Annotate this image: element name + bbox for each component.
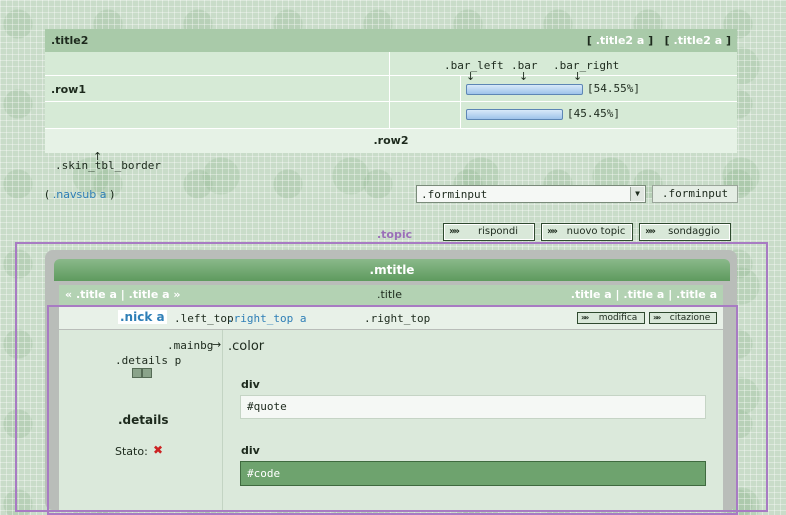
bar-right-label: .bar_right xyxy=(553,59,620,72)
double-chevron-icon: »» xyxy=(645,226,656,237)
breadcrumb-title: .title xyxy=(377,288,403,301)
title2-link-2[interactable]: .title2 a xyxy=(674,34,723,47)
row1-mid-cell xyxy=(390,76,461,102)
post-user-column: .mainbg → .details p .details Stato: ✖ xyxy=(59,330,223,510)
arrow-down-icon: ↓ xyxy=(466,70,476,83)
progress-bar xyxy=(466,109,563,120)
breadcrumb-left: « .title a | .title a » xyxy=(65,288,181,301)
percent-label: [45.45%] xyxy=(567,107,620,120)
icon-square xyxy=(142,368,152,378)
code-block: #code xyxy=(240,461,706,486)
status-label: Stato: xyxy=(115,445,148,458)
poll-label: sondaggio xyxy=(668,226,720,237)
row2: .row2 xyxy=(45,129,737,153)
row1-label-cell: .row1 xyxy=(45,76,390,102)
breadcrumb-right: .title a | .title a | .title a xyxy=(570,288,717,301)
reply-button[interactable]: »» rispondi xyxy=(443,223,535,241)
poll-button[interactable]: »» sondaggio xyxy=(639,223,731,241)
progress-bar xyxy=(466,84,583,95)
details-p-label: .details p xyxy=(115,354,182,367)
new-topic-button[interactable]: »» nuovo topic xyxy=(541,223,633,241)
reply-label: rispondi xyxy=(477,226,519,237)
details-label: .details xyxy=(118,413,169,427)
title2-link-1[interactable]: .title2 a xyxy=(596,34,645,47)
percent-label: [54.55%] xyxy=(587,82,640,95)
forminput-select[interactable]: .forminput ▼ xyxy=(416,185,646,203)
offline-status-icon: ✖ xyxy=(153,443,164,457)
paren: ( xyxy=(45,188,50,201)
row1b-mid-cell xyxy=(390,102,461,129)
mtitle: .mtitle xyxy=(54,259,730,281)
breadcrumb-link[interactable]: .title a xyxy=(129,288,170,301)
double-chevron-icon: »» xyxy=(449,226,460,237)
color-label: .color xyxy=(228,339,265,354)
title2-links: [ .title2 a ] [ .title2 a ] xyxy=(586,34,731,47)
quote-heading: div xyxy=(241,378,260,391)
quote-block: #quote xyxy=(240,395,706,419)
chevron-down-icon[interactable]: ▼ xyxy=(630,187,644,201)
breadcrumb-link[interactable]: .title a xyxy=(76,288,117,301)
arrow-down-icon: ↓ xyxy=(573,70,583,83)
code-heading: div xyxy=(241,444,260,457)
topic-label: .topic xyxy=(377,228,413,241)
skin-tbl-border-label: .skin_tbl_border xyxy=(55,159,161,172)
select-value: .forminput xyxy=(421,188,488,201)
mainbg-label: .mainbg xyxy=(167,339,214,352)
paren: ) xyxy=(109,188,115,201)
navsub-link[interactable]: .navsub a xyxy=(53,188,107,201)
header-cell-left xyxy=(45,52,390,76)
breadcrumb-link[interactable]: .title a xyxy=(676,288,717,301)
title2-label: .title2 xyxy=(51,34,89,47)
breadcrumb: « .title a | .title a » .title .title a … xyxy=(59,285,723,305)
stats-table: .title2 [ .title2 a ] [ .title2 a ] .row… xyxy=(45,29,737,153)
row1-label: .row1 xyxy=(51,83,86,96)
arrow-down-icon: ↓ xyxy=(519,70,529,83)
breadcrumb-link[interactable]: .title a xyxy=(623,288,664,301)
title2-bar: .title2 [ .title2 a ] [ .title2 a ] xyxy=(45,29,737,52)
arrow-right-icon: → xyxy=(212,338,222,351)
navsub: ( .navsub a ) xyxy=(45,188,114,201)
double-chevron-icon: »» xyxy=(547,226,558,237)
breadcrumb-link[interactable]: .title a xyxy=(571,288,612,301)
new-topic-label: nuovo topic xyxy=(566,226,626,237)
forminput-button[interactable]: .forminput xyxy=(652,185,738,203)
row1b-label-cell xyxy=(45,102,390,129)
icon-square xyxy=(132,368,142,378)
